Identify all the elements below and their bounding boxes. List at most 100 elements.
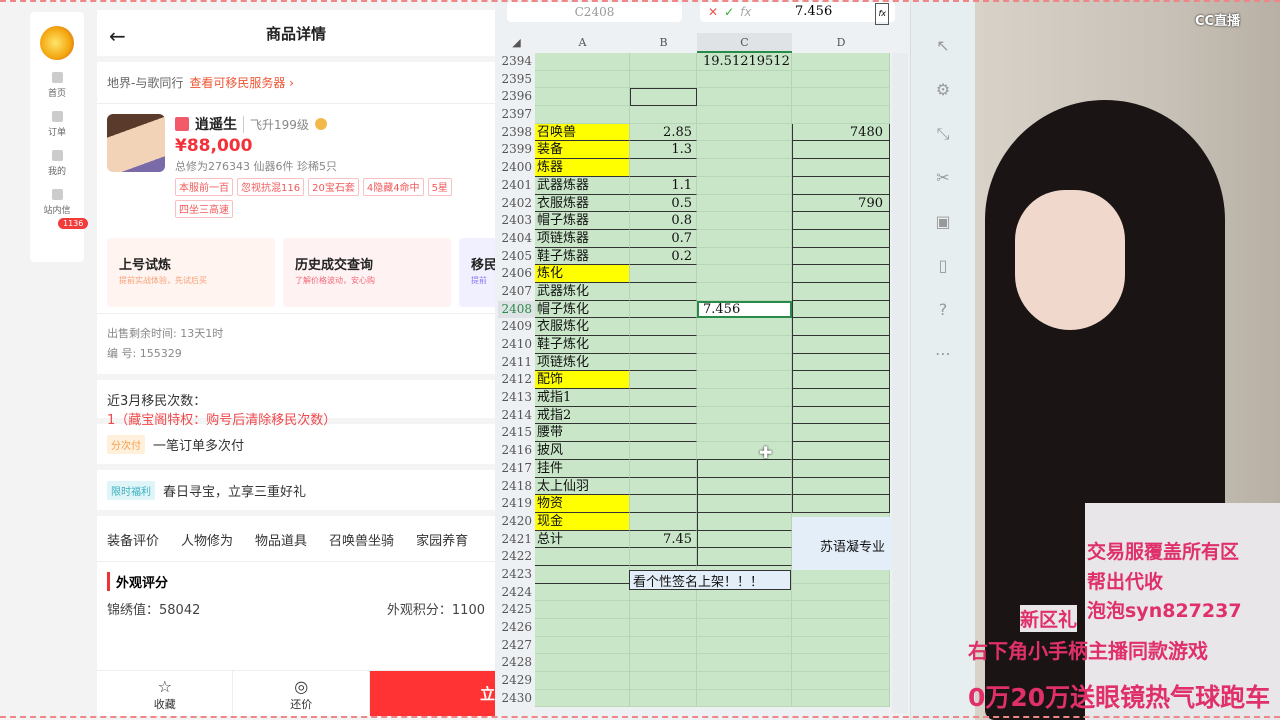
confirm-icon[interactable]: ✓ [724, 5, 734, 19]
cell-d2408[interactable] [792, 300, 890, 319]
function-icon[interactable]: fx [740, 5, 751, 19]
cell-b2398[interactable]: 2.85 [630, 123, 697, 142]
cell-b2399[interactable]: 1.3 [630, 141, 697, 160]
cell-c2410[interactable] [697, 336, 792, 354]
row-number[interactable]: 2419 [498, 495, 535, 513]
cell-d2397[interactable] [792, 106, 890, 124]
cell-c2407[interactable] [697, 282, 792, 301]
cell-b2397[interactable] [630, 106, 697, 124]
cell-d2426[interactable] [792, 619, 890, 637]
cell-b2427[interactable] [630, 636, 697, 655]
row-number[interactable]: 2405 [498, 248, 535, 266]
row-number[interactable]: 2411 [498, 354, 535, 372]
row-number[interactable]: 2420 [498, 513, 535, 531]
cell-c2415[interactable] [697, 424, 792, 443]
cell-b2429[interactable] [630, 672, 697, 690]
cell-b2422[interactable] [630, 548, 697, 566]
cell-d2400[interactable] [792, 159, 890, 177]
cell-a2429[interactable] [535, 672, 630, 690]
name-box[interactable]: C2408 [507, 2, 682, 22]
row-number[interactable]: 2421 [498, 531, 535, 549]
cell-a2428[interactable] [535, 654, 630, 673]
cell-d2427[interactable] [792, 636, 890, 655]
cell-a2402[interactable]: 衣服炼器 [535, 194, 630, 213]
migration-card[interactable]: 移民 提前 [459, 238, 495, 307]
cell-b2426[interactable] [630, 619, 697, 637]
book-icon[interactable]: ▯ [933, 256, 953, 276]
cell-a2405[interactable]: 鞋子炼器 [535, 247, 630, 266]
column-header-d[interactable]: D [792, 33, 890, 53]
cell-c2405[interactable] [697, 247, 792, 266]
cell-c2400[interactable] [697, 159, 792, 177]
row-number[interactable]: 2417 [498, 460, 535, 478]
cell-c2412[interactable] [697, 371, 792, 390]
cell-a2414[interactable]: 戒指2 [535, 406, 630, 425]
cell-a2424[interactable] [535, 583, 630, 602]
row-number[interactable]: 2418 [498, 478, 535, 496]
cell-d2415[interactable] [792, 424, 890, 443]
cell-d2396[interactable] [792, 88, 890, 107]
sidebar-item-orders[interactable]: 订单 [30, 111, 84, 138]
cell-c2403[interactable] [697, 212, 792, 230]
column-header-c[interactable]: C [697, 33, 792, 53]
row-number[interactable]: 2412 [498, 371, 535, 389]
cell-d2403[interactable] [792, 212, 890, 230]
row-number[interactable]: 2408 [498, 300, 535, 319]
side-note-cell[interactable]: 苏语凝专业 [792, 517, 892, 570]
formula-value[interactable]: 7.456 [795, 2, 832, 22]
cell-c2418[interactable] [697, 477, 792, 496]
cell-c2419[interactable] [697, 495, 792, 513]
cell-a2419[interactable]: 物资 [535, 495, 630, 513]
cell-b2412[interactable] [630, 371, 697, 390]
cell-c2404[interactable] [697, 229, 792, 248]
row-number[interactable]: 2427 [498, 637, 535, 655]
cell-c2399[interactable] [697, 141, 792, 160]
cell-c2395[interactable] [697, 70, 792, 89]
cell-c2406[interactable] [697, 265, 792, 283]
merged-note-cell[interactable]: 看个性签名上架！！！ [629, 570, 791, 590]
cell-d2430[interactable] [792, 689, 890, 708]
cell-d2425[interactable] [792, 601, 890, 619]
row-number[interactable]: 2404 [498, 230, 535, 248]
cell-d2412[interactable] [792, 371, 890, 390]
cancel-icon[interactable]: ✕ [708, 5, 718, 19]
cell-d2402[interactable]: 790 [792, 194, 890, 213]
cell-d2417[interactable] [792, 459, 890, 478]
cell-d2395[interactable] [792, 70, 890, 89]
cell-grid[interactable]: 2394 19.51219512 2395 2396 2397 2398 召唤兽 2.85 74… [498, 53, 890, 708]
cell-a2398[interactable]: 召唤兽 [535, 123, 630, 142]
cell-d2416[interactable] [792, 442, 890, 460]
tab-cultivation[interactable]: 人物修为 [181, 530, 233, 549]
row-number[interactable]: 2410 [498, 336, 535, 354]
row-number[interactable]: 2396 [498, 88, 535, 106]
row-number[interactable]: 2426 [498, 619, 535, 637]
cell-c2414[interactable] [697, 406, 792, 425]
row-number[interactable]: 2394 [498, 53, 535, 71]
view-servers-link[interactable]: 查看可移民服务器 › [189, 76, 294, 90]
cell-c2402[interactable] [697, 194, 792, 213]
cell-a2399[interactable]: 装备 [535, 141, 630, 160]
cell-b2395[interactable] [630, 70, 697, 89]
row-number[interactable]: 2395 [498, 71, 535, 89]
cell-b2402[interactable]: 0.5 [630, 194, 697, 213]
row-number[interactable]: 2424 [498, 584, 535, 602]
cell-c2422[interactable] [697, 548, 792, 566]
cell-b2421[interactable]: 7.45 [630, 530, 697, 549]
cell-d2418[interactable] [792, 477, 890, 496]
cell-b2428[interactable] [630, 654, 697, 673]
cell-a2423[interactable] [535, 565, 630, 584]
cell-d2407[interactable] [792, 282, 890, 301]
history-card[interactable]: 历史成交查询 了解价格波动，安心购 [283, 238, 451, 307]
cell-a2397[interactable] [535, 106, 630, 124]
cell-a2421[interactable]: 总计 [535, 530, 630, 549]
cell-a2415[interactable]: 腰带 [535, 424, 630, 443]
cell-a2417[interactable]: 挂件 [535, 459, 630, 478]
cell-d2413[interactable] [792, 389, 890, 407]
cell-a2408[interactable]: 帽子炼化 [535, 300, 630, 319]
cell-b2406[interactable] [630, 265, 697, 283]
cell-c2426[interactable] [697, 619, 792, 637]
cell-b2425[interactable] [630, 601, 697, 619]
cell-a2426[interactable] [535, 619, 630, 637]
cell-a2395[interactable] [535, 70, 630, 89]
cell-a2422[interactable] [535, 548, 630, 566]
